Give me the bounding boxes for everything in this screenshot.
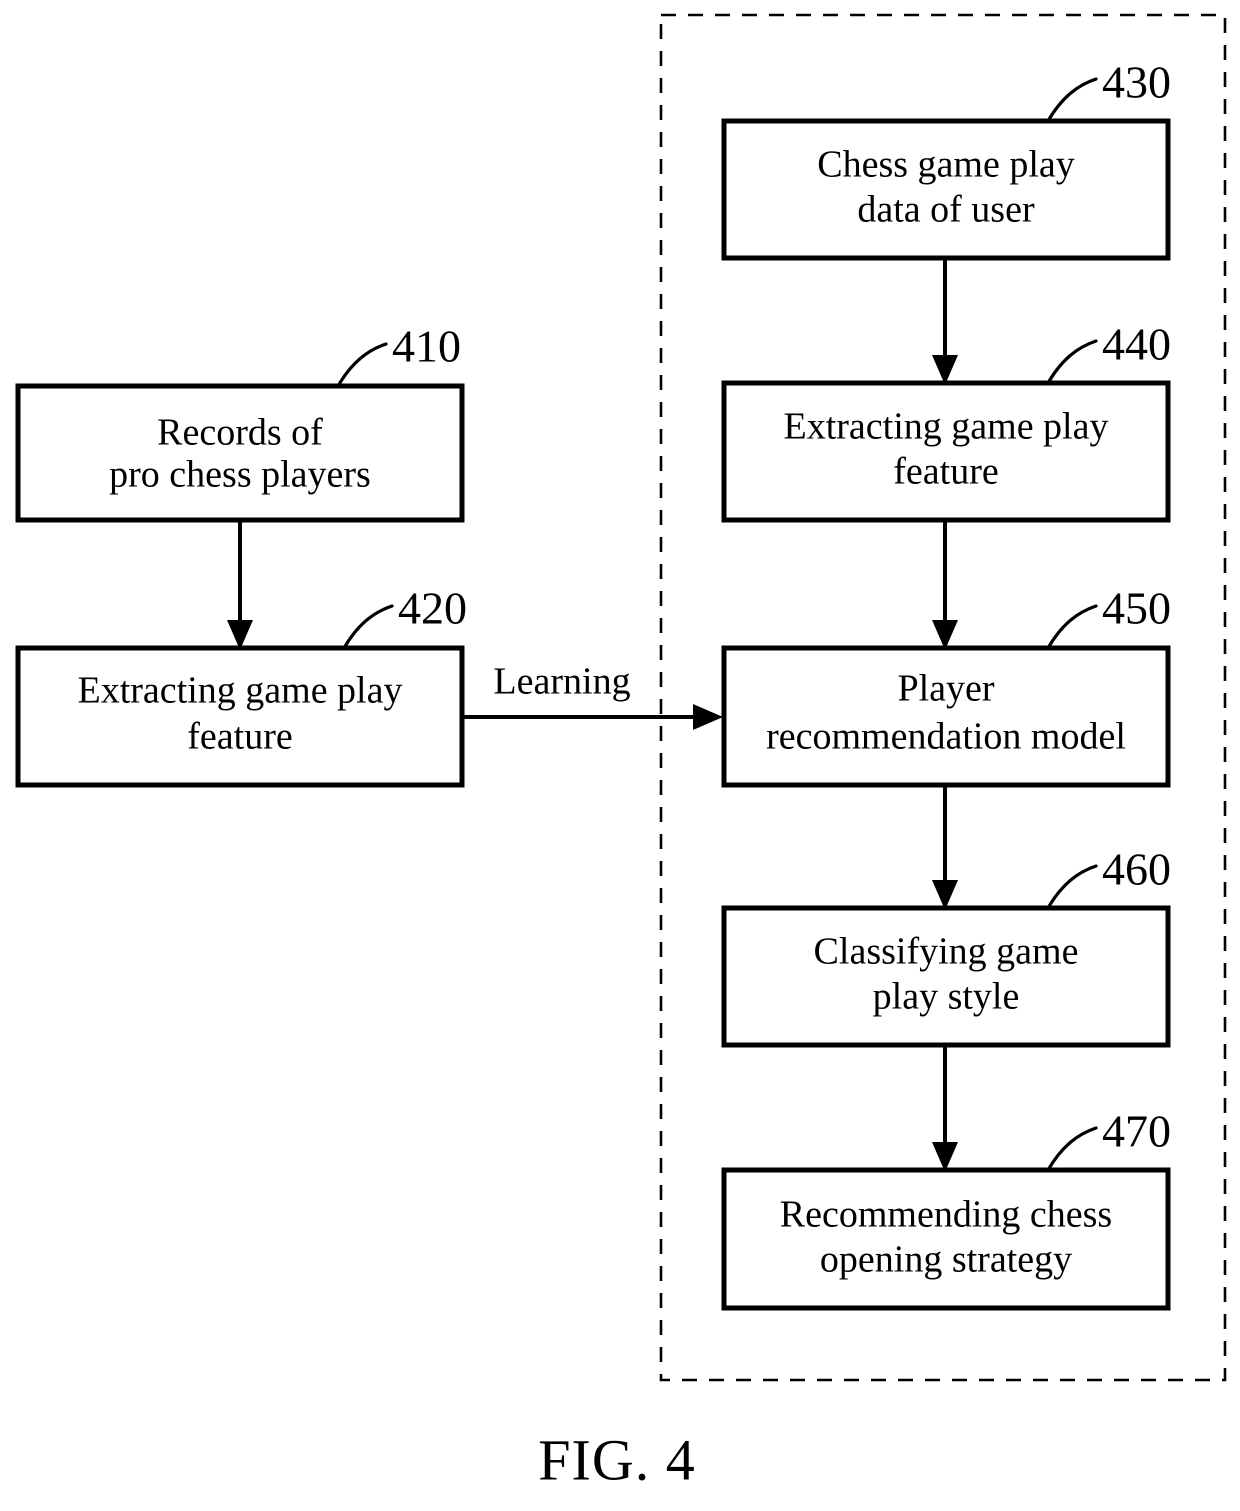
node-430-label-line1: Chess game play bbox=[817, 144, 1075, 186]
node-460-label-line1: Classifying game bbox=[814, 931, 1079, 973]
node-430-ref-number: 430 bbox=[1102, 57, 1171, 108]
node-420-label-line2: feature bbox=[187, 716, 292, 758]
node-450-leader-line bbox=[1046, 604, 1098, 650]
node-460-ref-number: 460 bbox=[1102, 844, 1171, 895]
node-450-label-line1: Player bbox=[897, 668, 994, 710]
node-440-label-line2: feature bbox=[893, 451, 998, 493]
edge-label-learning: Learning bbox=[493, 661, 630, 703]
node-470-label-line1: Recommending chess bbox=[780, 1194, 1112, 1236]
node-440-ref-number: 440 bbox=[1102, 319, 1171, 370]
node-470-ref-number: 470 bbox=[1102, 1106, 1171, 1157]
arrow-430-to-440 bbox=[932, 258, 958, 385]
node-430-label-line2: data of user bbox=[857, 189, 1035, 231]
node-420: Extracting game play feature 420 bbox=[15, 583, 467, 788]
node-450: Player recommendation model 450 bbox=[721, 583, 1171, 788]
arrow-460-to-470 bbox=[932, 1045, 958, 1172]
node-460-leader-line bbox=[1046, 864, 1098, 910]
node-410: Records of pro chess players 410 bbox=[15, 321, 465, 523]
figure-caption: FIG. 4 bbox=[538, 1427, 695, 1492]
node-410-label-line2: pro chess players bbox=[109, 454, 371, 496]
arrow-450-to-460 bbox=[932, 785, 958, 910]
arrow-410-to-420 bbox=[227, 520, 253, 650]
arrow-440-to-450 bbox=[932, 520, 958, 650]
arrow-420-to-450: Learning bbox=[462, 661, 723, 730]
node-420-ref-number: 420 bbox=[398, 583, 467, 634]
node-440-leader-line bbox=[1046, 339, 1098, 385]
node-470-leader-line bbox=[1046, 1126, 1098, 1172]
node-420-leader-line bbox=[342, 604, 394, 650]
node-470-label-line2: opening strategy bbox=[820, 1239, 1072, 1281]
node-420-label-line1: Extracting game play bbox=[78, 670, 403, 712]
node-460-label-line2: play style bbox=[873, 976, 1020, 1018]
node-460: Classifying game play style 460 bbox=[721, 844, 1171, 1048]
node-440: Extracting game play feature 440 bbox=[721, 319, 1171, 523]
node-410-ref-number: 410 bbox=[392, 321, 461, 372]
node-430: Chess game play data of user 430 bbox=[721, 57, 1171, 261]
patent-figure: Records of pro chess players 410 Extract… bbox=[0, 0, 1240, 1511]
node-450-label-line2: recommendation model bbox=[766, 716, 1126, 758]
arrow-420-to-450-head bbox=[693, 704, 723, 730]
node-440-label-line1: Extracting game play bbox=[784, 406, 1109, 448]
node-410-label-line1: Records of bbox=[157, 412, 323, 454]
node-470: Recommending chess opening strategy 470 bbox=[721, 1106, 1171, 1311]
node-430-leader-line bbox=[1046, 77, 1098, 123]
node-410-leader-line bbox=[336, 342, 388, 388]
node-450-ref-number: 450 bbox=[1102, 583, 1171, 634]
